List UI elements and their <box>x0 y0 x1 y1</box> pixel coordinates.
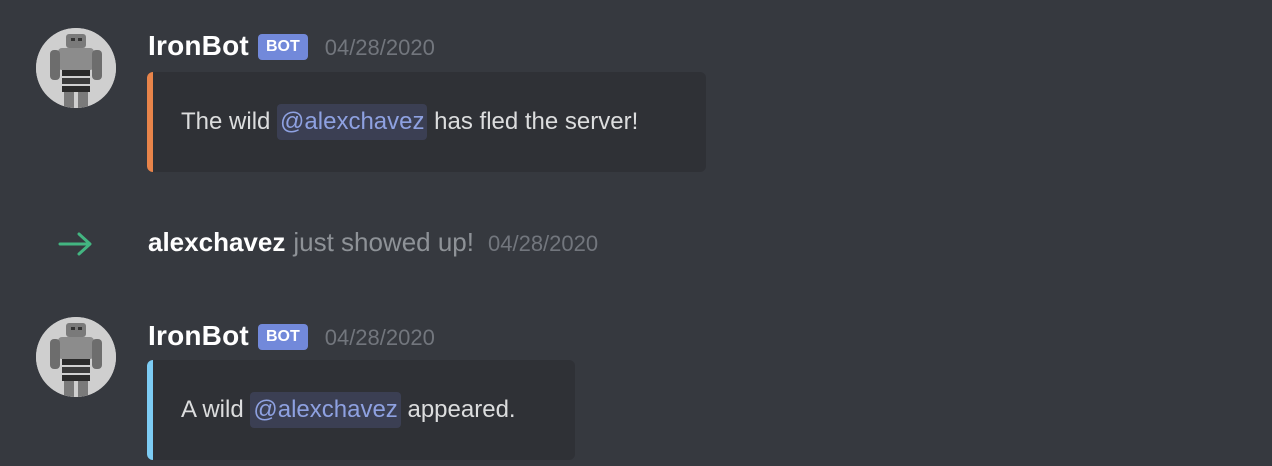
bot-avatar[interactable] <box>36 28 116 108</box>
join-username[interactable]: alexchavez <box>148 227 285 258</box>
message-embed: The wild @alexchavez has fled the server… <box>147 72 706 172</box>
join-arrow-icon <box>58 232 92 256</box>
message-header: IronBot BOT 04/28/2020 <box>148 30 435 64</box>
join-text: just showed up! <box>293 227 474 257</box>
embed-text: A wild @alexchavez appeared. <box>181 392 516 428</box>
bot-avatar[interactable] <box>36 317 116 397</box>
bot-tag: BOT <box>257 34 308 60</box>
robot-avatar-icon <box>36 317 116 397</box>
embed-text-prefix: The wild <box>181 108 271 135</box>
user-mention[interactable]: @alexchavez <box>250 392 401 428</box>
join-timestamp: 04/28/2020 <box>488 231 599 256</box>
embed-text-prefix: A wild <box>181 396 244 423</box>
embed-text-suffix: appeared. <box>407 396 516 423</box>
message-embed: A wild @alexchavez appeared. <box>147 360 575 460</box>
username[interactable]: IronBot <box>148 320 249 352</box>
robot-avatar-icon <box>36 28 116 108</box>
message-group: IronBot BOT 04/28/2020 A wild @alexchave… <box>0 290 1272 466</box>
system-join-message: alexchavez just showed up! 04/28/2020 <box>0 205 1272 285</box>
user-mention[interactable]: @alexchavez <box>277 104 428 140</box>
embed-text: The wild @alexchavez has fled the server… <box>181 104 638 140</box>
username[interactable]: IronBot <box>148 30 249 62</box>
join-line: alexchavez just showed up! 04/28/2020 <box>148 227 598 258</box>
timestamp: 04/28/2020 <box>324 325 435 350</box>
chat-messages: IronBot BOT 04/28/2020 The wild @alexcha… <box>0 0 1272 466</box>
embed-text-suffix: has fled the server! <box>434 108 639 135</box>
message-header: IronBot BOT 04/28/2020 <box>148 320 435 354</box>
message-group: IronBot BOT 04/28/2020 The wild @alexcha… <box>0 0 1272 200</box>
timestamp: 04/28/2020 <box>324 35 435 60</box>
bot-tag: BOT <box>257 324 308 350</box>
